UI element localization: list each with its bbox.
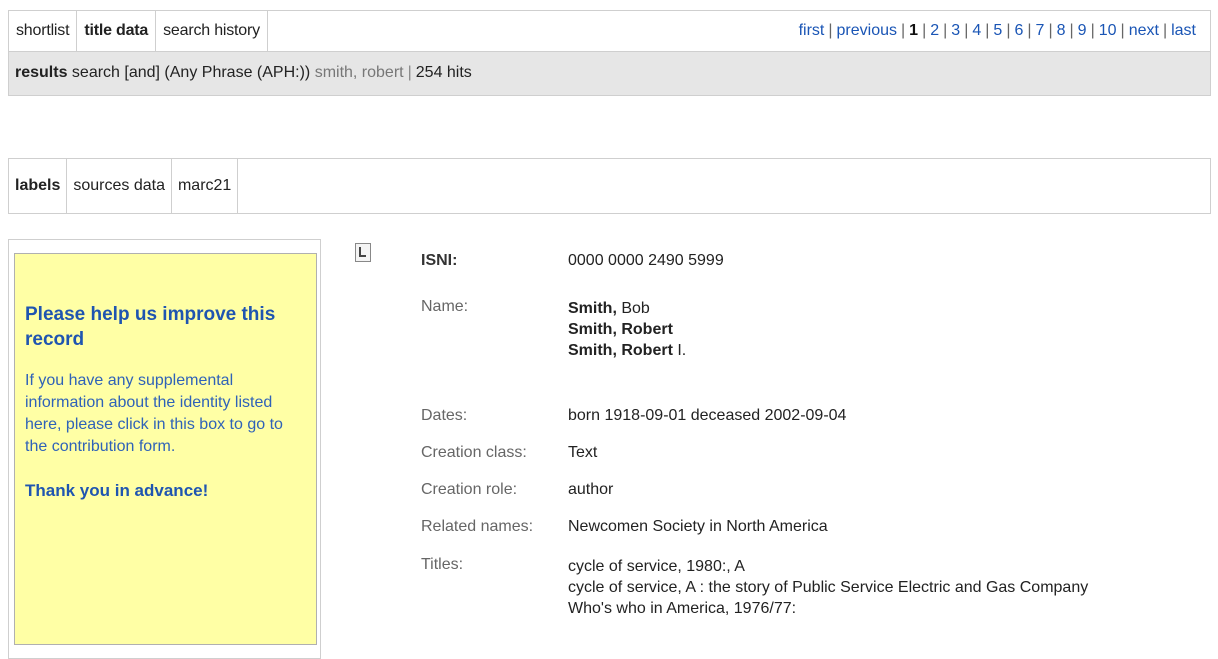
dates-value: born 1918-09-01 deceased 2002-09-04 <box>568 407 847 424</box>
results-label: results <box>15 64 68 81</box>
top-bar: shortlist title data search history firs… <box>8 10 1211 52</box>
tab-marc21[interactable]: marc21 <box>172 159 239 213</box>
pager-page-link[interactable]: 3 <box>951 22 960 39</box>
title-item: cycle of service, 1980:, A <box>568 558 745 575</box>
related-names-label: Related names: <box>421 518 534 535</box>
name-label: Name: <box>421 298 469 315</box>
contribution-help-box[interactable]: Please help us improve this record If yo… <box>14 253 317 645</box>
pager-page-link[interactable]: 5 <box>993 22 1002 39</box>
help-box-title: Please help us improve this record <box>25 304 276 350</box>
related-names-value: Newcomen Society in North America <box>568 518 828 535</box>
creation-role-label: Creation role: <box>421 481 518 498</box>
tab-search-history[interactable]: search history <box>156 11 268 51</box>
results-hit-count: 254 hits <box>415 64 472 81</box>
title-item: Who's who in America, 1976/77: <box>568 600 797 617</box>
pager-next-link[interactable]: next <box>1129 22 1159 39</box>
help-box-thanks: Thank you in advance! <box>25 481 209 500</box>
results-search-term: smith, robert <box>314 64 404 81</box>
titles-values: cycle of service, 1980:, A cycle of serv… <box>568 556 1088 619</box>
title-item: cycle of service, A : the story of Publi… <box>568 579 1089 596</box>
results-summary-bar: results search [and] (Any Phrase (APH:))… <box>8 52 1211 96</box>
pager-page-link[interactable]: 8 <box>1057 22 1066 39</box>
name-values: Smith, Bob Smith, Robert Smith, Robert I… <box>568 298 686 361</box>
pager-page-link[interactable]: 2 <box>930 22 939 39</box>
tab-title-data[interactable]: title data <box>77 11 157 51</box>
creation-role-value: author <box>568 481 614 498</box>
tab-labels[interactable]: labels <box>9 159 68 213</box>
help-box-body: If you have any supplemental information… <box>25 372 283 455</box>
name-variant: Smith, Robert <box>568 321 673 338</box>
pager-page-link[interactable]: 4 <box>972 22 981 39</box>
pagination: first | previous | 1 | 2 | 3 | 4 | 5 | 6 | 7 | 8 | 9 | 10 | next… <box>798 22 1196 39</box>
isni-label: ISNI: <box>421 252 458 269</box>
tab-shortlist[interactable]: shortlist <box>9 11 78 51</box>
tab-sources-data[interactable]: sources data <box>67 159 172 213</box>
pager-first-link[interactable]: first <box>799 22 825 39</box>
pager-page-link[interactable]: 9 <box>1078 22 1087 39</box>
top-tabs: shortlist title data search history <box>9 11 268 51</box>
results-query: search [and] (Any Phrase (APH:)) <box>71 64 311 81</box>
document-icon[interactable] <box>355 243 371 262</box>
pager-page-link[interactable]: 10 <box>1099 22 1117 39</box>
titles-label: Titles: <box>421 556 464 573</box>
name-variant: Smith, Bob <box>568 300 650 317</box>
pager-current-page: 1 <box>909 22 919 39</box>
name-variant: Smith, Robert I. <box>568 342 687 359</box>
creation-class-value: Text <box>568 444 598 461</box>
creation-class-label: Creation class: <box>421 444 527 461</box>
view-tabs-bar: labels sources data marc21 <box>8 158 1211 214</box>
isni-value: 0000 0000 2490 5999 <box>568 252 724 269</box>
dates-label: Dates: <box>421 407 468 424</box>
pager-previous-link[interactable]: previous <box>837 22 897 39</box>
pager-last-link[interactable]: last <box>1171 22 1196 39</box>
